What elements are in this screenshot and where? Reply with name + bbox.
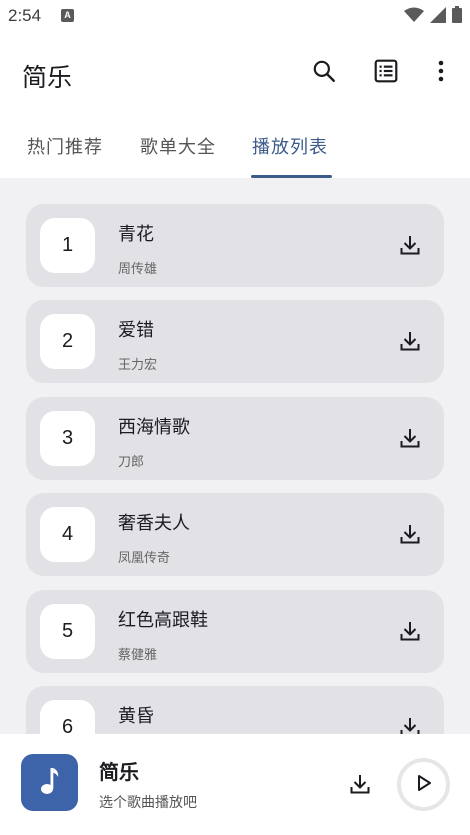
song-item[interactable]: 1 青花 周传雄	[26, 204, 444, 287]
download-icon[interactable]	[398, 619, 422, 643]
tab-playlists[interactable]: 歌单大全	[140, 133, 216, 159]
song-title: 黄昏	[118, 706, 154, 727]
song-item[interactable]: 4 奢香夫人 凤凰传奇	[26, 493, 444, 576]
search-icon	[311, 58, 337, 88]
song-item[interactable]: 5 红色高跟鞋 蔡健雅	[26, 590, 444, 673]
download-icon[interactable]	[398, 715, 422, 734]
notification-badge-icon: A	[61, 9, 74, 22]
app-title: 简乐	[22, 63, 73, 92]
tab-hot-recommend[interactable]: 热门推荐	[27, 133, 103, 159]
play-button[interactable]	[397, 758, 450, 811]
play-icon	[416, 774, 432, 796]
song-artist: 周传雄	[118, 262, 158, 277]
song-number: 6	[40, 700, 95, 734]
tab-play-queue[interactable]: 播放列表	[252, 133, 328, 159]
song-title: 西海情歌	[118, 417, 190, 438]
tab-bar: 热门推荐 歌单大全 播放列表	[0, 116, 470, 178]
song-artist: 凤凰传奇	[118, 551, 171, 566]
status-time: 2:54	[8, 6, 42, 25]
album-art	[21, 754, 78, 811]
player-subtitle: 选个歌曲播放吧	[99, 795, 197, 811]
music-note-icon	[39, 766, 61, 800]
download-icon[interactable]	[398, 426, 422, 450]
song-item[interactable]: 6 黄昏	[26, 686, 444, 734]
search-button[interactable]	[309, 58, 339, 88]
mini-player[interactable]: 简乐 选个歌曲播放吧	[0, 734, 470, 835]
song-title: 青花	[118, 224, 154, 245]
song-number: 3	[40, 411, 95, 466]
list-view-icon	[373, 58, 399, 88]
app-bar: 简乐	[0, 32, 470, 116]
song-title: 红色高跟鞋	[118, 610, 208, 631]
battery-icon	[452, 6, 462, 27]
song-item[interactable]: 3 西海情歌 刀郎	[26, 397, 444, 480]
song-list[interactable]: 1 青花 周传雄 2 爱错 王力宏 3 西海情歌 刀郎 4 奢香夫人 凤凰传奇 …	[0, 178, 470, 734]
song-artist: 蔡健雅	[118, 648, 158, 663]
status-bar: 2:54 A	[0, 0, 470, 32]
wifi-icon	[404, 7, 424, 27]
status-icons	[404, 6, 462, 27]
song-item[interactable]: 2 爱错 王力宏	[26, 300, 444, 383]
list-view-button[interactable]	[371, 58, 401, 88]
more-options-button[interactable]	[426, 58, 456, 88]
player-title: 简乐	[99, 760, 139, 784]
download-icon[interactable]	[398, 329, 422, 353]
song-number: 5	[40, 604, 95, 659]
download-icon[interactable]	[398, 522, 422, 546]
more-vertical-icon	[438, 60, 444, 86]
song-title: 奢香夫人	[118, 513, 190, 534]
song-artist: 王力宏	[118, 358, 158, 373]
song-title: 爱错	[118, 320, 154, 341]
song-number: 4	[40, 507, 95, 562]
song-number: 2	[40, 314, 95, 369]
song-number: 1	[40, 218, 95, 273]
download-icon[interactable]	[348, 772, 372, 796]
download-icon[interactable]	[398, 233, 422, 257]
signal-icon	[430, 6, 446, 27]
song-artist: 刀郎	[118, 455, 145, 470]
